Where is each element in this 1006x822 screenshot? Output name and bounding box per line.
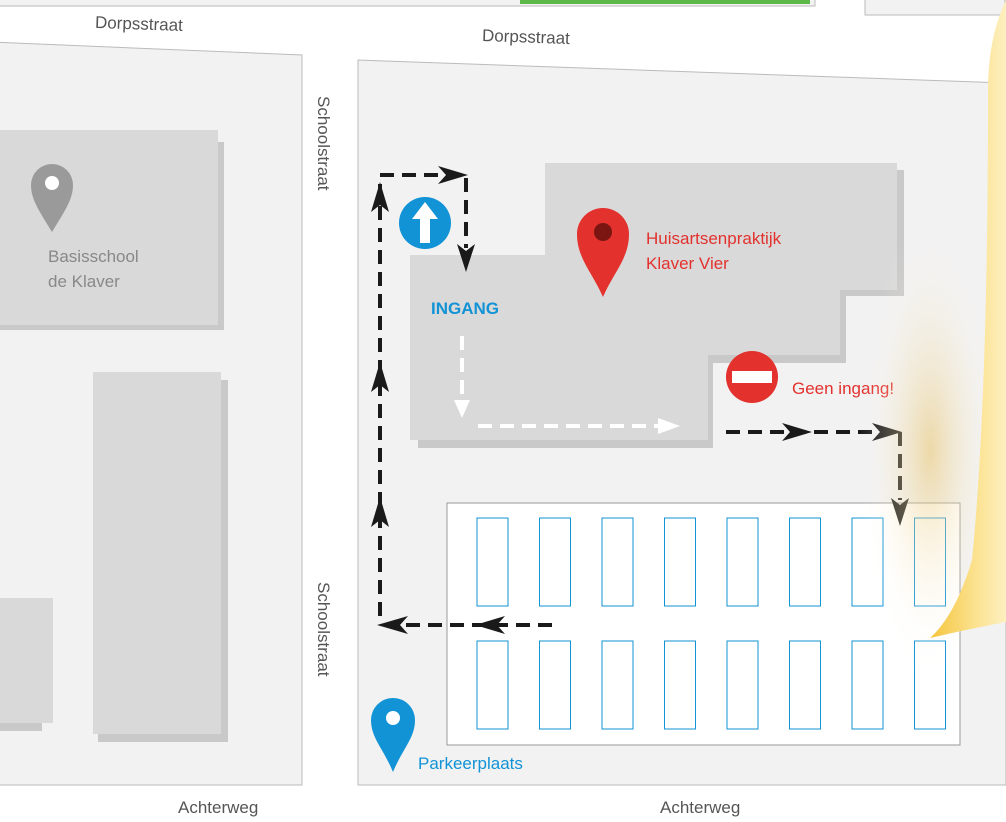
block-top-right <box>864 0 1006 16</box>
school-label-line2: de Klaver <box>48 272 120 291</box>
street-label-top-right: Dorpsstraat <box>482 26 571 48</box>
no-entry-icon <box>726 351 778 403</box>
practice-label-line1: Huisartsenpraktijk <box>646 229 782 248</box>
parking-label: Parkeerplaats <box>418 754 523 773</box>
school-label-line1: Basisschool <box>48 247 139 266</box>
street-label-top-left: Dorpsstraat <box>95 13 184 35</box>
left-building-small <box>0 598 53 723</box>
one-way-arrow-icon <box>399 197 451 249</box>
route-map: Dorpsstraat Dorpsstraat Schoolstraat Sch… <box>0 0 1006 817</box>
street-label-left-lower: Schoolstraat <box>314 582 333 677</box>
entrance-label: INGANG <box>431 299 499 318</box>
green-strip <box>520 0 810 4</box>
school-building <box>0 130 218 325</box>
left-building-mid <box>93 372 221 734</box>
street-label-left-upper: Schoolstraat <box>314 96 333 191</box>
street-label-bottom-left: Achterweg <box>178 798 258 817</box>
street-label-bottom-right: Achterweg <box>660 798 740 817</box>
practice-label-line2: Klaver Vier <box>646 254 729 273</box>
